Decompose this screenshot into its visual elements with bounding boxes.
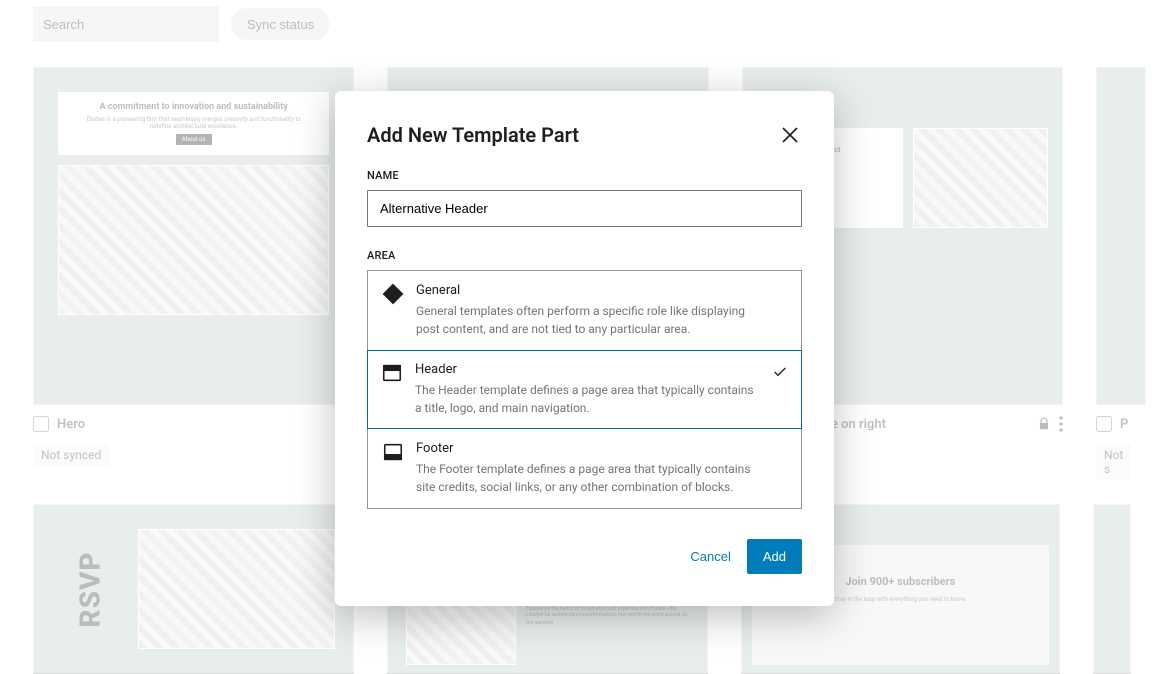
area-name: Footer xyxy=(416,441,787,456)
area-list: General General templates often perform … xyxy=(367,270,802,509)
header-icon xyxy=(381,362,403,384)
area-desc: The Header template defines a page area … xyxy=(415,381,755,417)
add-template-part-modal: Add New Template Part NAME AREA General … xyxy=(335,91,834,606)
area-option-header[interactable]: Header The Header template defines a pag… xyxy=(367,350,802,429)
area-name: Header xyxy=(415,362,760,377)
area-desc: The Footer template defines a page area … xyxy=(416,460,756,496)
template-name-input[interactable] xyxy=(367,190,802,227)
check-icon xyxy=(772,364,788,380)
name-label: NAME xyxy=(367,169,802,182)
add-button[interactable]: Add xyxy=(747,539,802,574)
cancel-button[interactable]: Cancel xyxy=(690,549,730,564)
layout-icon xyxy=(382,283,404,305)
area-option-footer[interactable]: Footer The Footer template defines a pag… xyxy=(367,428,802,509)
area-name: General xyxy=(416,283,787,298)
area-option-general[interactable]: General General templates often perform … xyxy=(367,270,802,351)
area-label: AREA xyxy=(367,249,802,262)
area-desc: General templates often perform a specif… xyxy=(416,302,756,338)
close-icon[interactable] xyxy=(778,123,802,147)
modal-title: Add New Template Part xyxy=(367,123,778,147)
footer-icon xyxy=(382,441,404,463)
